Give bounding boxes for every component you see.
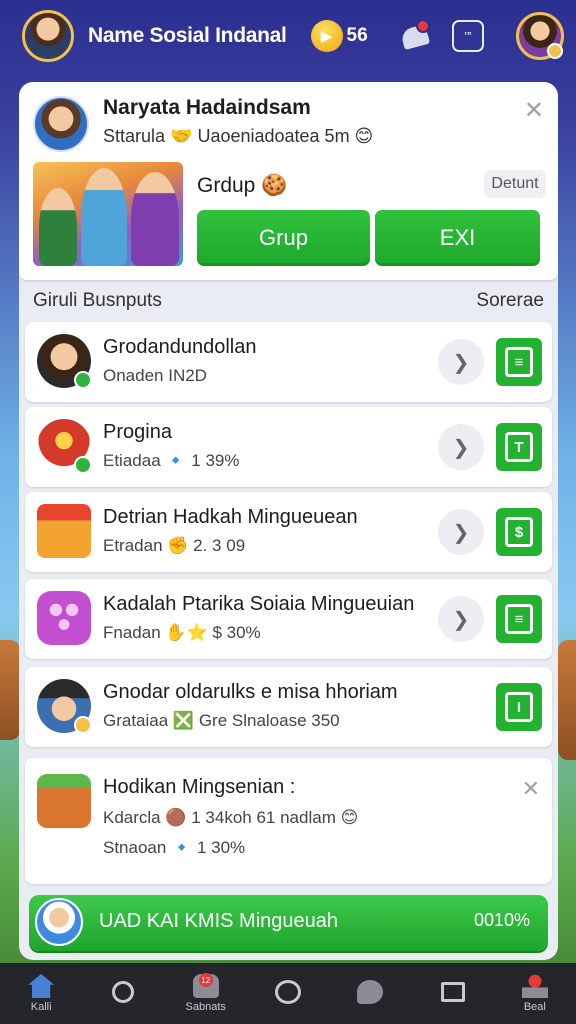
user-avatar[interactable] bbox=[22, 10, 74, 62]
clipboard-icon: ≡ bbox=[505, 604, 533, 634]
online-indicator bbox=[74, 371, 92, 389]
list-item[interactable]: Kadalah Ptarika Soiaia Mingueuian Fnadan… bbox=[25, 579, 552, 659]
bottom-nav: Kalli 12 Sabnats Beal bbox=[0, 963, 576, 1024]
message-icon[interactable]: ’” bbox=[451, 20, 484, 52]
profile-avatar[interactable] bbox=[516, 12, 564, 60]
gift-box-icon bbox=[37, 419, 92, 474]
list-item[interactable]: Detrian Hadkah Mingueuean Etradan ✊ 2. 3… bbox=[25, 492, 552, 572]
list-item[interactable]: Progina Etiadaa 🔹 1 39% ❯ T bbox=[25, 407, 552, 487]
trophy-icon: T bbox=[505, 432, 533, 462]
row-action-button[interactable]: T bbox=[496, 423, 542, 471]
section-title: Giruli Busnputs bbox=[33, 290, 162, 311]
group-person bbox=[39, 188, 77, 266]
online-indicator bbox=[74, 456, 92, 474]
avatar bbox=[35, 898, 83, 946]
dice-icon bbox=[37, 591, 91, 645]
progress-label: UAD KAI KMIS Mingueuah bbox=[99, 910, 338, 932]
list-item[interactable]: Gnodar oldarulks e misa hhoriam Grataiaa… bbox=[25, 667, 552, 747]
group-title: Grdup 🍪 bbox=[197, 174, 288, 197]
progress-banner[interactable]: UAD KAI KMIS Mingueuah 0010% bbox=[29, 895, 548, 951]
row-title: Grodandundollan bbox=[103, 336, 257, 358]
row-title: Kadalah Ptarika Soiaia Mingueuian bbox=[103, 593, 415, 615]
row-action-button[interactable]: I bbox=[496, 683, 542, 731]
section-action-link[interactable]: Sorerae bbox=[476, 290, 544, 312]
money-icon: $ bbox=[505, 517, 533, 547]
nav-item-shop[interactable]: 12 Sabnats bbox=[165, 963, 247, 1024]
home-icon bbox=[28, 974, 55, 998]
nav-item-search[interactable] bbox=[82, 963, 164, 1024]
coin-balance[interactable]: ▶ 56 bbox=[310, 20, 368, 52]
row-subtitle: Etradan ✊ 2. 3 09 bbox=[103, 536, 246, 555]
notification-badge: 12 bbox=[198, 973, 213, 987]
progress-value: 0010% bbox=[473, 910, 530, 930]
event-subtitle: Kdarcla 🟤 1 34koh 61 nadlam 😊 bbox=[103, 808, 359, 827]
profile-card-avatar[interactable] bbox=[33, 96, 89, 152]
close-icon[interactable]: ✕ bbox=[524, 96, 544, 125]
join-group-button[interactable]: Grup bbox=[197, 210, 370, 266]
nav-item-chat[interactable] bbox=[329, 963, 411, 1024]
event-title: Hodikan Mingsenian : bbox=[103, 776, 296, 798]
group-person bbox=[131, 172, 179, 266]
chevron-right-icon[interactable]: ❯ bbox=[438, 424, 484, 470]
row-action-button[interactable]: ≡ bbox=[496, 338, 542, 386]
row-subtitle: Grataiaa ❎ Gre Slnaloase 350 bbox=[103, 711, 340, 730]
row-subtitle: Onaden IN2D bbox=[103, 366, 207, 385]
row-action-button[interactable]: $ bbox=[496, 508, 542, 556]
main-panel: Naryata Hadaindsam Sttarula 🤝 Uaoeniadoa… bbox=[19, 82, 558, 960]
chevron-right-icon[interactable]: ❯ bbox=[438, 509, 484, 555]
chevron-right-icon[interactable]: ❯ bbox=[438, 339, 484, 385]
exit-group-button[interactable]: EXI bbox=[375, 210, 540, 266]
event-card[interactable]: Hodikan Mingsenian : Kdarcla 🟤 1 34koh 6… bbox=[25, 758, 552, 884]
level-badge bbox=[547, 43, 563, 59]
row-action-button[interactable]: ≡ bbox=[496, 595, 542, 643]
info-icon: I bbox=[505, 692, 533, 722]
nav-item-center[interactable] bbox=[247, 963, 329, 1024]
nav-label: Sabnats bbox=[185, 1001, 226, 1013]
coin-count: 56 bbox=[346, 25, 368, 46]
event-subtitle-secondary: Stnaoan 🔹 1 30% bbox=[103, 838, 246, 857]
present-icon bbox=[37, 504, 91, 558]
close-icon[interactable]: ✕ bbox=[522, 776, 540, 802]
row-title: Progina bbox=[103, 421, 172, 443]
row-subtitle: Fnadan ✋⭐ $ 30% bbox=[103, 623, 261, 642]
square-icon bbox=[440, 982, 465, 1002]
decor-left bbox=[0, 640, 20, 740]
app-title: Name Sosial Indanal bbox=[88, 24, 287, 47]
top-bar: Name Sosial Indanal ▶ 56 ’” bbox=[0, 0, 576, 72]
bell-icon[interactable] bbox=[398, 19, 432, 53]
circle-icon bbox=[274, 980, 301, 1004]
clipboard-icon: ≡ bbox=[505, 347, 533, 377]
level-badge bbox=[74, 716, 92, 734]
group-person bbox=[81, 168, 127, 266]
nav-label: Beal bbox=[523, 1001, 546, 1013]
profile-status: Sttarula 🤝 Uaoeniadoatea 5m 😊 bbox=[103, 126, 374, 146]
detail-button[interactable]: Detunt bbox=[484, 170, 546, 198]
avatar bbox=[37, 334, 92, 389]
row-subtitle: Etiadaa 🔹 1 39% bbox=[103, 451, 240, 470]
row-title: Gnodar oldarulks e misa hhoriam bbox=[103, 681, 398, 703]
group-image bbox=[33, 162, 183, 266]
nav-item-window[interactable] bbox=[411, 963, 493, 1024]
nav-label: Kalli bbox=[30, 1001, 52, 1013]
search-icon bbox=[112, 981, 135, 1003]
row-title: Detrian Hadkah Mingueuean bbox=[103, 506, 358, 528]
coin-icon: ▶ bbox=[310, 20, 343, 52]
chevron-right-icon[interactable]: ❯ bbox=[438, 596, 484, 642]
profile-card: Naryata Hadaindsam Sttarula 🤝 Uaoeniadoa… bbox=[19, 82, 558, 280]
chat-icon bbox=[357, 980, 384, 1004]
avatar bbox=[37, 679, 92, 734]
table-icon bbox=[37, 774, 91, 828]
decor-right bbox=[558, 640, 576, 760]
person-icon bbox=[521, 974, 548, 998]
notification-dot bbox=[415, 19, 430, 33]
nav-item-home[interactable]: Kalli bbox=[0, 963, 82, 1024]
nav-item-profile[interactable]: Beal bbox=[494, 963, 576, 1024]
profile-name: Naryata Hadaindsam bbox=[103, 96, 311, 119]
list-item[interactable]: Grodandundollan Onaden IN2D ❯ ≡ bbox=[25, 322, 552, 402]
